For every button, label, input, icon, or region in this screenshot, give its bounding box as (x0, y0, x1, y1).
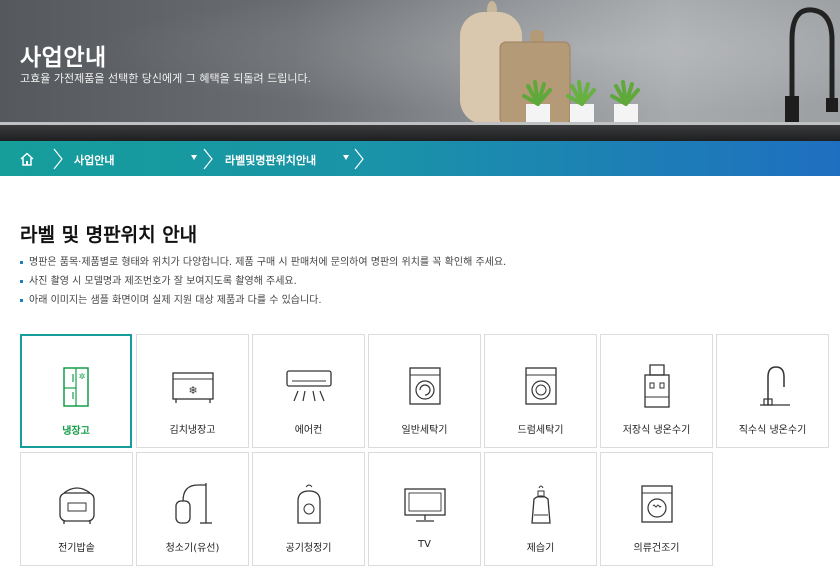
product-card-kimchi-refrigerator[interactable]: ❄ 김치냉장고 (136, 334, 249, 448)
product-label: 의류건조기 (633, 543, 680, 554)
refrigerator-icon: ✲ (63, 367, 89, 407)
hero-kitchen-illustration (460, 1, 838, 125)
breadcrumb-item-business[interactable]: 사업안내 (74, 152, 114, 168)
product-card-water-dispenser[interactable]: 저장식 냉온수기 (600, 334, 713, 448)
chevron-down-icon[interactable] (191, 155, 197, 160)
notice-item: 사진 촬영 시 모델명과 제조번호가 잘 보여지도록 촬영해 주세요. (20, 275, 506, 294)
product-card-dehumidifier[interactable]: 제습기 (484, 452, 597, 566)
clothes-dryer-icon (640, 485, 673, 523)
product-label: 저장식 냉온수기 (622, 425, 691, 436)
hero-banner: 사업안내 고효율 가전제품을 선택한 당신에게 그 혜택을 되돌려 드립니다. (0, 0, 840, 141)
product-card-vacuum-cleaner[interactable]: 청소기(유선) (136, 452, 249, 566)
product-card-rice-cooker[interactable]: 전기밥솥 (20, 452, 133, 566)
breadcrumb-item-label-guide[interactable]: 라벨및명판위치안내 (225, 152, 316, 168)
faucet-icon (759, 366, 790, 406)
product-label: 드럼세탁기 (517, 425, 564, 436)
product-label: 일반세탁기 (401, 425, 448, 436)
product-card-tv[interactable]: TV (368, 452, 481, 566)
hero-title: 사업안내 (20, 45, 107, 71)
product-card-faucet[interactable]: 직수식 냉온수기 (716, 334, 829, 448)
product-label: 에어컨 (294, 425, 323, 436)
home-icon[interactable] (19, 151, 35, 167)
air-conditioner-icon (285, 370, 332, 402)
product-card-clothes-dryer[interactable]: 의류건조기 (600, 452, 713, 566)
kimchi-refrigerator-icon: ❄ (171, 372, 214, 403)
product-card-air-conditioner[interactable]: 에어컨 (252, 334, 365, 448)
chevron-down-icon[interactable] (343, 155, 349, 160)
product-label: 공기청정기 (285, 543, 332, 554)
product-card-drum-washer[interactable]: 드럼세탁기 (484, 334, 597, 448)
breadcrumb: 사업안내 라벨및명판위치안내 (0, 141, 840, 176)
svg-text:✲: ✲ (79, 372, 86, 381)
product-card-washing-machine[interactable]: 일반세탁기 (368, 334, 481, 448)
dehumidifier-icon (530, 485, 551, 524)
air-purifier-icon (296, 484, 321, 524)
rice-cooker-icon (58, 487, 95, 524)
breadcrumb-separator-icon (53, 148, 63, 170)
product-label: 제습기 (526, 543, 555, 554)
product-label: TV (418, 539, 431, 550)
hero-counter (0, 125, 840, 141)
product-label: 전기밥솥 (58, 543, 95, 554)
notice-item: 명판은 품목·제품별로 형태와 위치가 다양합니다. 제품 구매 시 판매처에 … (20, 256, 506, 275)
breadcrumb-separator-icon (354, 148, 364, 170)
drum-washer-icon (524, 367, 557, 405)
breadcrumb-separator-icon (203, 148, 213, 170)
product-label: 직수식 냉온수기 (738, 425, 807, 436)
notice-list: 명판은 품목·제품별로 형태와 위치가 다양합니다. 제품 구매 시 판매처에 … (20, 256, 506, 313)
svg-text:❄: ❄ (188, 384, 197, 397)
product-card-refrigerator[interactable]: ✲ 냉장고 (20, 334, 132, 448)
hero-subtitle: 고효율 가전제품을 선택한 당신에게 그 혜택을 되돌려 드립니다. (20, 72, 312, 85)
product-label: 냉장고 (62, 426, 90, 437)
notice-item: 아래 이미지는 샘플 화면이며 실제 지원 대상 제품과 다를 수 있습니다. (20, 294, 506, 313)
page-title: 라벨 및 명판위치 안내 (20, 224, 198, 246)
vacuum-cleaner-icon (174, 483, 212, 524)
product-label: 김치냉장고 (169, 425, 216, 436)
washing-machine-icon (408, 367, 441, 405)
product-card-air-purifier[interactable]: 공기청정기 (252, 452, 365, 566)
water-dispenser-icon (643, 364, 670, 408)
product-label: 청소기(유선) (165, 543, 220, 554)
tv-icon (403, 488, 446, 522)
